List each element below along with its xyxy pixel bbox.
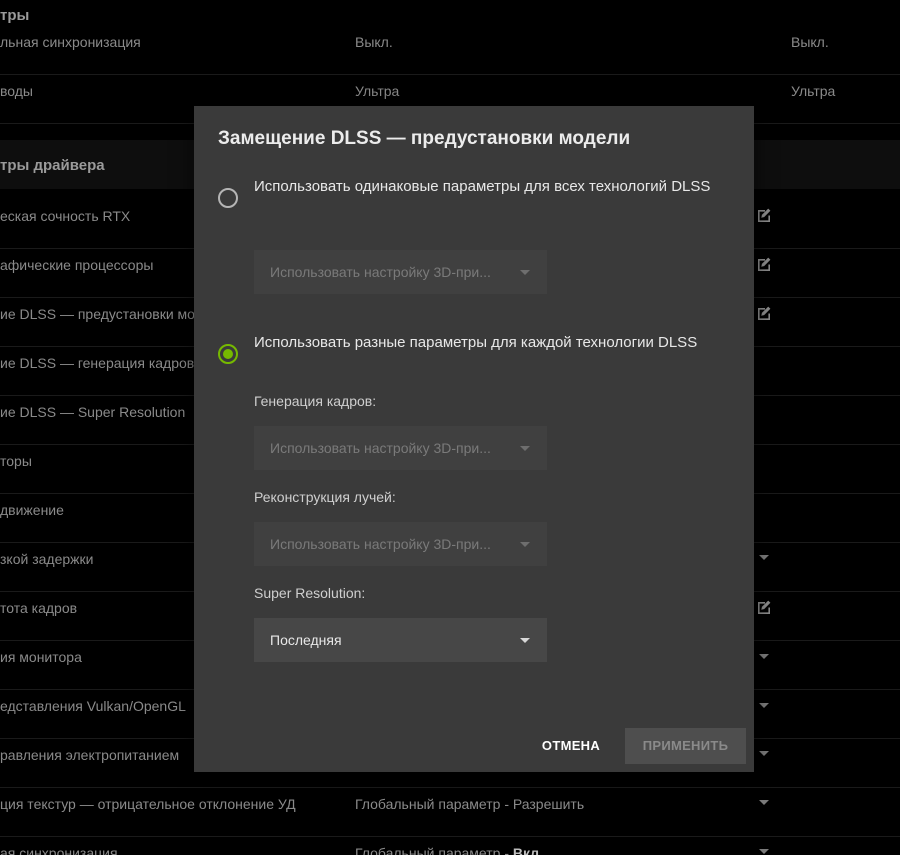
setting-name: равления электропитанием <box>0 747 180 763</box>
edit-icon[interactable] <box>756 207 772 223</box>
dlss-override-dialog: Замещение DLSS — предустановки модели Ис… <box>194 106 754 772</box>
chevron-down-icon[interactable] <box>759 654 769 659</box>
select-value: Использовать настройку 3D-при... <box>270 536 491 552</box>
setting-value: Глобальный параметр - Вкл <box>355 845 540 855</box>
chevron-down-icon[interactable] <box>759 751 769 756</box>
chevron-down-icon[interactable] <box>759 849 769 854</box>
radio-different-params[interactable] <box>218 344 238 364</box>
super-resolution-label: Super Resolution: <box>254 585 366 601</box>
setting-row[interactable]: ция текстур — отрицательное отклонение У… <box>0 788 900 837</box>
setting-name: ие DLSS — генерация кадров <box>0 355 195 371</box>
chevron-down-icon <box>520 446 530 451</box>
setting-name: ие DLSS — предустановки мо <box>0 306 195 322</box>
setting-name: зкой задержки <box>0 551 94 567</box>
setting-value: Ультра <box>355 83 400 99</box>
chevron-down-icon[interactable] <box>759 800 769 805</box>
edit-icon[interactable] <box>756 256 772 272</box>
setting-name: льная синхронизация <box>0 34 141 50</box>
setting-name: ая синхронизация <box>0 845 118 855</box>
setting-value: Выкл. <box>355 34 393 50</box>
radio-different-params-label[interactable]: Использовать разные параметры для каждой… <box>254 331 724 355</box>
frame-generation-label: Генерация кадров: <box>254 393 377 409</box>
ray-reconstruction-label: Реконструкция лучей: <box>254 489 396 505</box>
chevron-down-icon[interactable] <box>759 555 769 560</box>
setting-name: тота кадров <box>0 600 78 616</box>
select-value: Последняя <box>270 632 342 648</box>
chevron-down-icon <box>520 542 530 547</box>
setting-name: торы <box>0 453 32 469</box>
select-value: Использовать настройку 3D-при... <box>270 264 491 280</box>
setting-name: движение <box>0 502 64 518</box>
setting-row[interactable]: льная синхронизация Выкл. Выкл. <box>0 26 900 75</box>
radio-same-params[interactable] <box>218 188 238 208</box>
edit-icon[interactable] <box>756 305 772 321</box>
radio-same-params-label[interactable]: Использовать одинаковые параметры для вс… <box>254 175 724 199</box>
select-value: Использовать настройку 3D-при... <box>270 440 491 456</box>
setting-name: воды <box>0 83 33 99</box>
chevron-down-icon <box>520 270 530 275</box>
setting-name: едставления Vulkan/OpenGL <box>0 698 186 714</box>
setting-name: ция текстур — отрицательное отклонение У… <box>0 796 296 812</box>
setting-name: ия монитора <box>0 649 82 665</box>
same-params-select: Использовать настройку 3D-при... <box>254 250 547 294</box>
setting-global-value: Выкл. <box>791 34 829 50</box>
chevron-down-icon <box>520 638 530 643</box>
super-resolution-select[interactable]: Последняя <box>254 618 547 662</box>
setting-name: ие DLSS — Super Resolution <box>0 404 186 420</box>
setting-name: еская сочность RTX <box>0 208 131 224</box>
frame-generation-select: Использовать настройку 3D-при... <box>254 426 547 470</box>
setting-global-value: Ультра <box>791 83 836 99</box>
edit-icon[interactable] <box>756 599 772 615</box>
chevron-down-icon[interactable] <box>759 703 769 708</box>
setting-name: афические процессоры <box>0 257 154 273</box>
apply-button[interactable]: ПРИМЕНИТЬ <box>625 728 746 764</box>
dialog-title: Замещение DLSS — предустановки модели <box>218 128 631 149</box>
setting-value: Глобальный параметр - Разрешить <box>355 796 585 812</box>
cancel-button[interactable]: ОТМЕНА <box>528 728 614 764</box>
ray-reconstruction-select: Использовать настройку 3D-при... <box>254 522 547 566</box>
